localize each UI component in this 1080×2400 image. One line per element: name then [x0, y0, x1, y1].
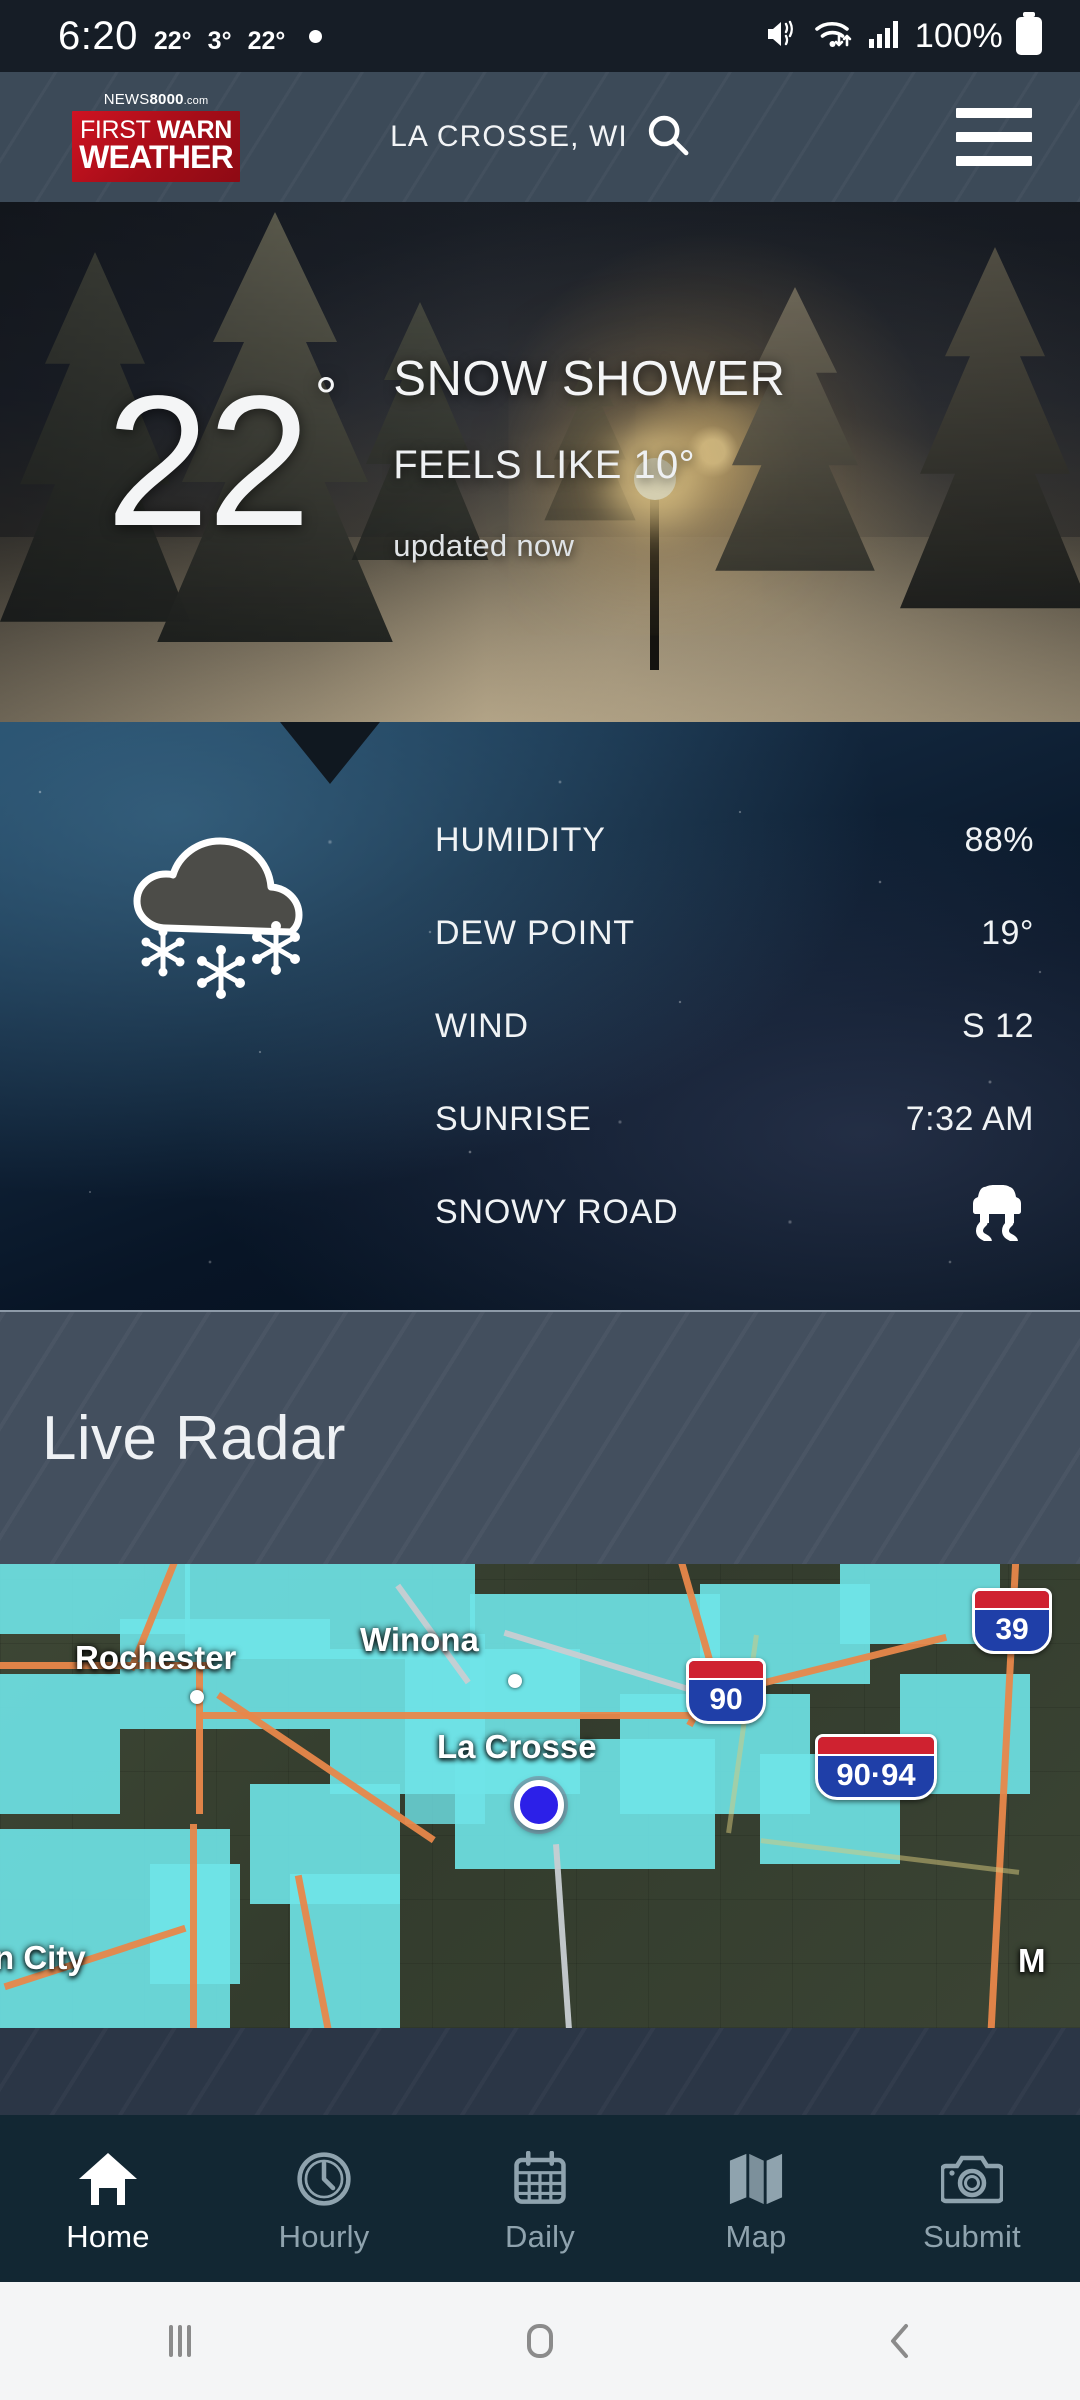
recents-icon[interactable] [0, 2314, 360, 2368]
status-clock: 6:20 [58, 13, 138, 58]
status-temp-1: 22° [153, 26, 192, 55]
updated-label: updated now [393, 527, 575, 563]
map-city-label: n City [0, 1939, 86, 1976]
detail-rows: HUMIDITY 88% DEW POINT 19° WIND S 12 SUN… [435, 794, 1034, 1259]
wifi-icon [813, 17, 855, 56]
cloud-snow-icon [108, 800, 338, 1000]
home-nav-icon[interactable] [360, 2314, 720, 2368]
tab-daily[interactable]: Daily [432, 2115, 648, 2282]
current-details-panel: HUMIDITY 88% DEW POINT 19° WIND S 12 SUN… [0, 722, 1080, 1310]
location-label: LA CROSSE, WI [390, 120, 628, 153]
tab-label: Hourly [278, 2218, 370, 2254]
status-bar-left: 6:20 22° 3° 22° [58, 13, 323, 59]
detail-label: SUNRISE [435, 1100, 592, 1138]
location-search[interactable]: LA CROSSE, WI [390, 113, 690, 162]
tab-label: Daily [505, 2218, 575, 2254]
map-city-label: M [1018, 1942, 1046, 1979]
table-row: DEW POINT 19° [435, 887, 1034, 980]
tab-hourly[interactable]: Hourly [216, 2115, 432, 2282]
tab-label: Map [725, 2218, 787, 2254]
hero-text-block: SNOW SHOWER FEELS LIKE 10° updated now [393, 351, 785, 574]
hamburger-menu-icon[interactable] [956, 108, 1032, 166]
search-icon[interactable] [646, 113, 690, 162]
current-conditions-hero[interactable]: 22 ° SNOW SHOWER FEELS LIKE 10° updated n… [0, 202, 1080, 722]
android-nav-bar [0, 2282, 1080, 2400]
radar-footer-spacer [0, 2028, 1080, 2115]
live-radar-section-header: Live Radar [0, 1310, 1080, 1564]
map-road [190, 1824, 197, 2028]
clock-icon [293, 2151, 355, 2207]
tab-submit[interactable]: Submit [864, 2115, 1080, 2282]
status-temp-2: 3° [207, 26, 232, 55]
back-icon[interactable] [720, 2314, 1080, 2368]
calendar-icon [509, 2150, 571, 2207]
interstate-shield: 39 [972, 1588, 1052, 1654]
detail-label: WIND [435, 1007, 529, 1045]
home-icon [77, 2151, 139, 2207]
weather-app-screen: 6:20 22° 3° 22° 100% NEWS8000.com FIRST … [0, 0, 1080, 2400]
tab-label: Submit [923, 2218, 1021, 2254]
map-city-label: Rochester [75, 1639, 237, 1676]
app-logo[interactable]: NEWS8000.com FIRST WARN WEATHER [72, 92, 240, 183]
battery-icon [1016, 17, 1042, 55]
signal-icon [868, 19, 902, 54]
slippery-road-icon [960, 1179, 1034, 1250]
map-road [196, 1664, 203, 1814]
feels-like-label: FEELS LIKE 10° [393, 442, 696, 487]
hero-content: 22 ° SNOW SHOWER FEELS LIKE 10° updated n… [0, 202, 1080, 722]
interstate-shield: 90 [686, 1658, 766, 1724]
page-title: Live Radar [42, 1403, 346, 1473]
logo-first-warn-weather-badge: FIRST WARN WEATHER [72, 110, 240, 183]
detail-value: 19° [981, 914, 1034, 952]
map-city-label: La Crosse [437, 1728, 597, 1765]
tab-map[interactable]: Map [648, 2115, 864, 2282]
radar-map[interactable]: Rochester Winona La Crosse n City M 90 9… [0, 1564, 1080, 2028]
current-condition-label: SNOW SHOWER [393, 351, 786, 406]
map-road [200, 1712, 720, 1719]
mute-icon [764, 17, 800, 56]
detail-value: 7:32 AM [905, 1100, 1034, 1138]
table-row: HUMIDITY 88% [435, 794, 1034, 887]
table-row: SNOWY ROAD [435, 1166, 1034, 1259]
logo-news8000-text: NEWS8000.com [103, 90, 209, 108]
notification-dot-icon [309, 29, 323, 43]
battery-percent-label: 100% [914, 16, 1003, 55]
map-icon [725, 2151, 787, 2207]
location-dot [514, 1780, 564, 1830]
status-bar-right: 100% [764, 17, 1042, 56]
current-temperature: 22 ° [106, 357, 337, 565]
bottom-tab-bar: Home Hourly Daily Map Submit [0, 2115, 1080, 2282]
detail-label: DEW POINT [435, 914, 635, 952]
map-city-label: Winona [360, 1621, 479, 1658]
detail-value: 88% [964, 821, 1034, 859]
app-header: NEWS8000.com FIRST WARN WEATHER LA CROSS… [0, 72, 1080, 202]
tab-home[interactable]: Home [0, 2115, 216, 2282]
map-city-dot [508, 1674, 522, 1688]
detail-value: S 12 [962, 1007, 1034, 1045]
table-row: SUNRISE 7:32 AM [435, 1073, 1034, 1166]
detail-label: SNOWY ROAD [435, 1193, 679, 1231]
map-city-dot [190, 1690, 204, 1704]
android-status-bar: 6:20 22° 3° 22° 100% [0, 0, 1080, 72]
tab-label: Home [66, 2218, 150, 2254]
camera-icon [941, 2151, 1003, 2207]
detail-label: HUMIDITY [435, 821, 606, 859]
status-temp-3: 22° [247, 26, 286, 55]
interstate-shield: 90·94 [815, 1734, 937, 1800]
table-row: WIND S 12 [435, 980, 1034, 1073]
